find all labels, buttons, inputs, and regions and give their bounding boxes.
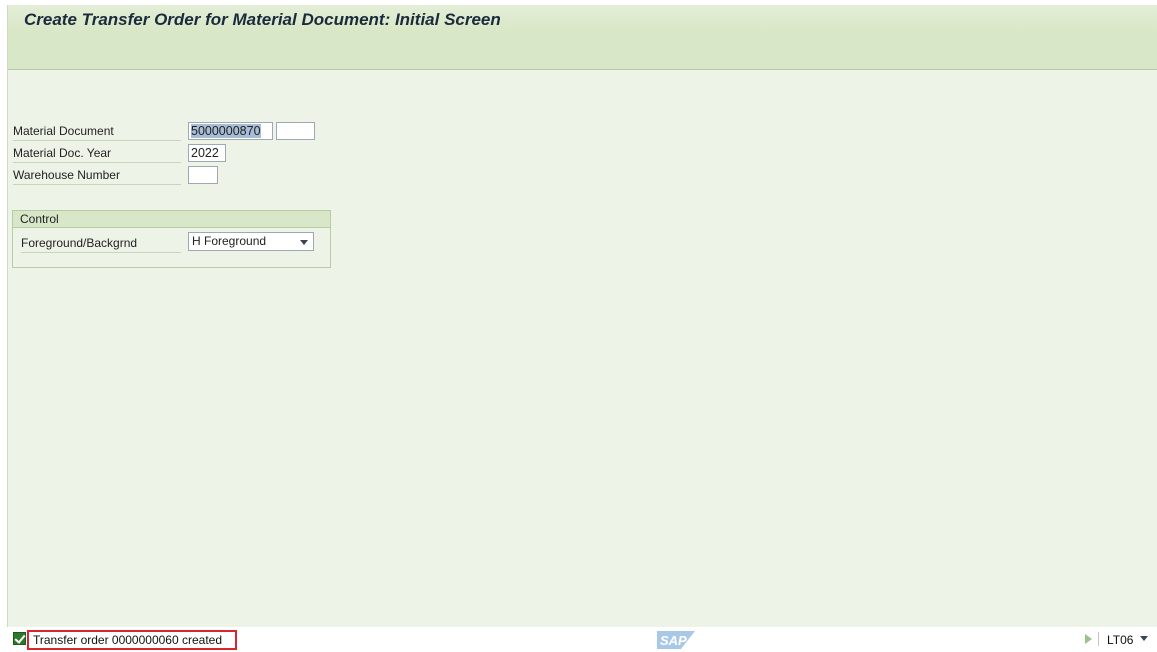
material-doc-year-label: Material Doc. Year — [13, 145, 181, 163]
status-separator — [1098, 632, 1099, 646]
screen-area: Create Transfer Order for Material Docum… — [7, 5, 1157, 627]
control-group: Control Foreground/Backgrnd H Foreground — [12, 210, 331, 268]
material-document-label: Material Document — [13, 123, 181, 141]
sap-logo-icon: SAP — [657, 631, 695, 649]
material-doc-year-input[interactable]: 2022 — [188, 144, 226, 162]
application-toolbar — [8, 36, 1157, 70]
success-check-icon — [13, 632, 26, 645]
status-message-box[interactable]: Transfer order 0000000060 created — [27, 630, 237, 650]
chevron-down-icon — [300, 240, 308, 245]
warehouse-number-label: Warehouse Number — [13, 167, 181, 185]
control-group-header: Control — [13, 211, 330, 228]
material-document-item-input[interactable] — [276, 122, 315, 140]
warehouse-number-input[interactable] — [188, 166, 218, 184]
transaction-code: LT06 — [1107, 633, 1134, 647]
chevron-down-icon[interactable] — [1140, 636, 1148, 641]
foreground-background-select[interactable]: H Foreground — [188, 232, 314, 251]
material-document-input[interactable]: 5000000870 — [188, 122, 273, 140]
page-title: Create Transfer Order for Material Docum… — [24, 10, 501, 29]
material-document-value: 5000000870 — [191, 124, 261, 138]
control-group-title: Control — [20, 212, 59, 226]
title-bar: Create Transfer Order for Material Docum… — [8, 5, 1157, 36]
sap-logo-text: SAP — [660, 633, 687, 648]
foreground-background-label: Foreground/Backgrnd — [21, 235, 181, 253]
play-icon[interactable] — [1085, 634, 1092, 644]
status-bar: Transfer order 0000000060 created SAP LT… — [0, 627, 1157, 652]
status-message: Transfer order 0000000060 created — [33, 633, 223, 647]
foreground-background-value: H Foreground — [192, 234, 267, 248]
